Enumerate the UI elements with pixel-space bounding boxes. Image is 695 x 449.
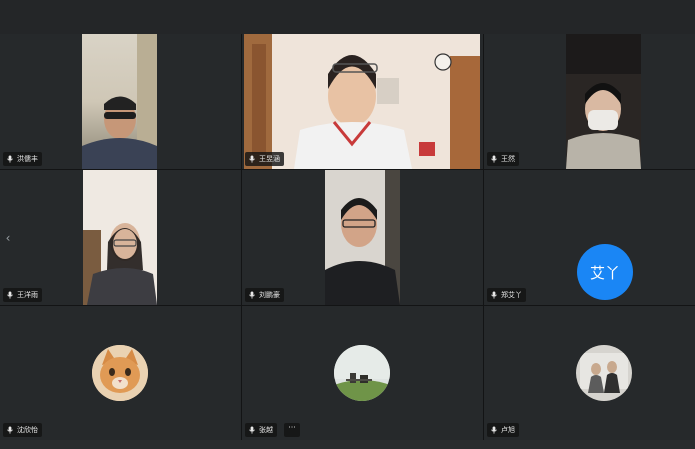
cat-photo <box>92 345 148 401</box>
name-tag: 王然 <box>487 152 519 166</box>
participant-name: 王洋雨 <box>17 291 38 299</box>
name-tag: 沈欣怡 <box>3 423 42 437</box>
name-tag: 王洋雨 <box>3 288 42 302</box>
group-photo <box>576 345 632 401</box>
name-tag: 郑艾丫 <box>487 288 526 302</box>
participant-tile[interactable]: 沈欣怡 <box>0 306 241 440</box>
name-tag: 张越 <box>245 423 277 437</box>
participant-tile[interactable]: 卢旭 <box>484 306 695 440</box>
initials-text: 艾丫 <box>589 263 620 282</box>
participant-tile[interactable]: 艾丫 郑艾丫 <box>484 170 695 305</box>
more-button[interactable]: ··· <box>284 423 300 437</box>
more-icon: ··· <box>288 423 296 432</box>
participant-name: 沈欣怡 <box>17 426 38 434</box>
mic-icon <box>7 155 13 163</box>
bottom-bar <box>0 440 695 449</box>
landscape-photo <box>334 345 390 401</box>
mic-icon <box>7 426 13 434</box>
participant-name: 张越 <box>259 426 273 434</box>
prev-page-button[interactable]: ‹ <box>2 229 14 247</box>
person-video <box>82 34 157 169</box>
mic-icon <box>491 426 497 434</box>
participant-tile[interactable]: 张越 ··· <box>242 306 483 440</box>
avatar <box>92 345 148 401</box>
mic-icon <box>7 291 13 299</box>
participant-name: 洪儒丰 <box>17 155 38 163</box>
person-video <box>244 34 480 169</box>
mic-icon <box>491 155 497 163</box>
mic-icon <box>249 155 255 163</box>
participant-tile[interactable]: 王洋雨 <box>0 170 241 305</box>
participant-name: 王然 <box>501 155 515 163</box>
initials-avatar: 艾丫 <box>577 244 633 300</box>
name-tag: 卢旭 <box>487 423 519 437</box>
name-tag: 刘鹏豪 <box>245 288 284 302</box>
participant-tile[interactable]: 洪儒丰 <box>0 34 241 169</box>
mic-icon <box>491 291 497 299</box>
video-grid: 洪儒丰 王昱涵 王然 王洋雨 刘鹏豪 艾丫 郑艾丫 沈欣怡 张越 ··· 卢旭 <box>0 34 695 440</box>
mic-icon <box>249 291 255 299</box>
video-feed <box>244 34 480 169</box>
video-feed <box>82 34 157 169</box>
participant-tile[interactable]: 刘鹏豪 <box>242 170 483 305</box>
person-video <box>566 74 641 169</box>
participant-tile[interactable]: 王然 <box>484 34 695 169</box>
avatar <box>334 345 390 401</box>
video-feed <box>566 34 641 169</box>
video-feed <box>83 170 157 305</box>
video-feed <box>325 170 400 305</box>
top-bar <box>0 0 695 34</box>
avatar <box>576 345 632 401</box>
person-video <box>83 223 157 305</box>
name-tag: 王昱涵 <box>245 152 284 166</box>
participant-tile[interactable]: 王昱涵 <box>242 34 483 169</box>
person-video <box>325 170 400 305</box>
participant-name: 郑艾丫 <box>501 291 522 299</box>
mic-icon <box>249 426 255 434</box>
name-tag: 洪儒丰 <box>3 152 42 166</box>
participant-name: 卢旭 <box>501 426 515 434</box>
participant-name: 刘鹏豪 <box>259 291 280 299</box>
chevron-left-icon: ‹ <box>5 231 11 245</box>
participant-name: 王昱涵 <box>259 155 280 163</box>
